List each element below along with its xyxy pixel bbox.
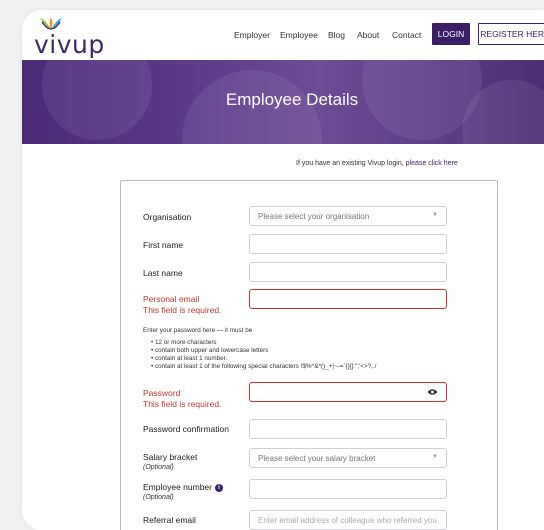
password-rule-text: contain at least 1 of the following spec… [154,363,377,370]
first-name-label: First name [143,240,184,250]
password-confirmation-input[interactable] [249,419,447,439]
organisation-placeholder: Please select your organisation [258,212,370,221]
employee-details-form: Organisation Please select your organisa… [120,180,498,530]
nav-employee[interactable]: Employee [280,30,318,40]
chevron-down-icon: ▼ [432,212,438,218]
login-button[interactable]: LOGIN [432,23,470,45]
password-confirmation-label: Password confirmation [143,424,229,434]
salary-bracket-label: Salary bracket (Optional) [143,452,197,471]
password-rule-text: contain both upper and lowercase letters [154,347,269,354]
nav-blog[interactable]: Blog [328,30,345,40]
password-label: Password [143,388,181,398]
referral-email-label: Referral email [143,515,196,525]
nav-about[interactable]: About [357,30,379,40]
referral-email-input[interactable]: Enter email address of colleague who ref… [249,510,447,530]
register-button[interactable]: REGISTER HERE [478,23,544,45]
salary-bracket-optional: (Optional) [143,464,174,471]
hero-banner: Employee Details [22,60,544,144]
password-rule-text: contain at least 1 number. [154,355,228,362]
info-icon[interactable]: i [214,484,223,492]
logo-text[interactable]: vivup [34,30,105,59]
password-rule-text: 12 or more characters [154,339,217,346]
password-rule: • contain at least 1 number. [151,355,228,362]
page-title: Employee Details [225,90,359,109]
eye-icon[interactable] [427,387,438,397]
first-name-input[interactable] [249,234,447,254]
organisation-label: Organisation [143,212,192,222]
site-header: vivup Employer Employee Blog About Conta… [22,10,544,60]
password-rule: • contain at least 1 of the following sp… [151,363,377,370]
nav-employer[interactable]: Employer [234,30,270,40]
organisation-select[interactable]: Please select your organisation ▼ [249,206,447,226]
referral-email-placeholder: Enter email address of colleague who ref… [258,516,437,525]
personal-email-label: Personal email [143,294,200,304]
employee-number-label-text: Employee number [143,482,212,492]
personal-email-input[interactable] [249,289,447,309]
employee-number-optional: (Optional) [143,494,174,501]
salary-bracket-placeholder: Please select your salary bracket [258,454,376,463]
personal-email-error: This field is required. [143,305,222,315]
nav-contact[interactable]: Contact [392,30,421,40]
password-rule: • contain both upper and lowercase lette… [151,347,269,354]
salary-bracket-label-text: Salary bracket [143,452,198,462]
page-card: vivup Employer Employee Blog About Conta… [22,10,544,530]
employee-number-input[interactable] [249,479,447,499]
password-error: This field is required. [143,399,222,409]
existing-login-note: If you have an existing Vivup login, ple… [296,160,458,167]
password-hint: Enter your password here — it must be [143,327,253,334]
chevron-down-icon: ▼ [432,454,438,460]
existing-login-text: If you have an existing Vivup login, [296,160,404,167]
last-name-input[interactable] [249,262,447,282]
existing-login-link[interactable]: please click here [406,160,458,167]
password-rule: • 12 or more characters [151,339,217,346]
last-name-label: Last name [143,268,183,278]
password-input[interactable] [249,382,447,402]
salary-bracket-select[interactable]: Please select your salary bracket ▼ [249,448,447,468]
employee-number-label: Employee number i (Optional) [143,482,223,501]
